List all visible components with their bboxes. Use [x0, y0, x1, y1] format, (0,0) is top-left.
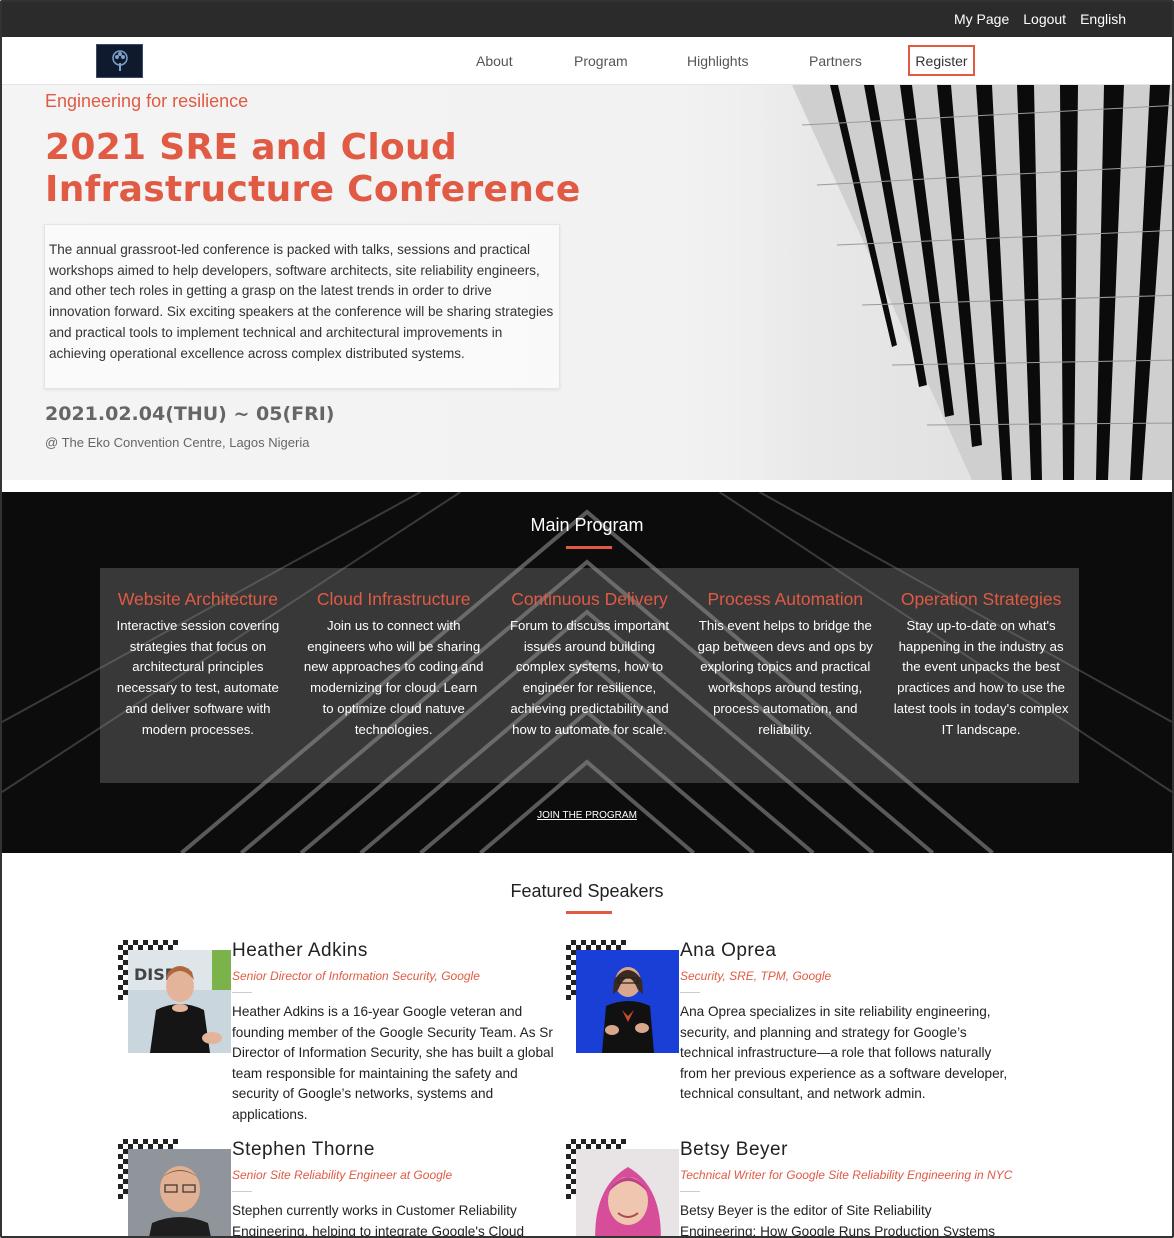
- speaker-role: Technical Writer for Google Site Reliabi…: [680, 1168, 1013, 1182]
- event-venue: @ The Eko Convention Centre, Lagos Niger…: [45, 435, 310, 450]
- speaker-card: Stephen Thorne Senior Site Reliability E…: [118, 1139, 558, 1236]
- program-column-title: Continuous Delivery: [511, 589, 668, 609]
- hero-title: 2021 SRE and Cloud Infrastructure Confer…: [45, 127, 581, 210]
- main-nav: About Program Highlights Partners Regist…: [2, 37, 1172, 85]
- speaker-photo-image: [128, 1149, 231, 1236]
- speaker-role: Security, SRE, TPM, Google: [680, 969, 832, 983]
- program-column-desc: This event helps to bridge the gap betwe…: [697, 618, 873, 737]
- join-program-link[interactable]: JOIN THE PROGRAM: [2, 810, 1172, 821]
- speaker-divider: [680, 1191, 700, 1192]
- speaker-divider: [232, 1191, 252, 1192]
- program-column-desc: Join us to connect with engineers who wi…: [303, 618, 484, 737]
- program-column-title: Process Automation: [707, 589, 864, 609]
- nav-item-about[interactable]: About: [476, 53, 513, 69]
- speaker-photo[interactable]: [128, 1149, 231, 1236]
- speaker-bio: Ana Oprea specializes in site reliabilit…: [680, 1004, 1008, 1102]
- utility-links: My Page Logout English: [954, 11, 1126, 27]
- my-page-link[interactable]: My Page: [954, 11, 1009, 27]
- main-program-section: Main Program Website Architecture Intera…: [2, 492, 1172, 853]
- speaker-card: Ana Oprea Security, SRE, TPM, Google Ana…: [566, 940, 1007, 1130]
- program-column: Continuous Delivery Forum to discuss imp…: [492, 588, 688, 783]
- speaker-photo-image: [576, 1149, 679, 1236]
- speaker-name[interactable]: Stephen Thorne: [232, 1139, 375, 1161]
- speaker-role: Senior Site Reliability Engineer at Goog…: [232, 1168, 453, 1182]
- speaker-card: Betsy Beyer Technical Writer for Google …: [566, 1139, 1012, 1236]
- program-column: Operation Strategies Stay up-to-date on …: [883, 588, 1079, 783]
- logout-link[interactable]: Logout: [1023, 11, 1066, 27]
- program-column-desc: Interactive session covering strategies …: [116, 618, 280, 737]
- speaker-photo-image: [576, 950, 679, 1053]
- program-column-desc: Forum to discuss important issues around…: [509, 618, 670, 737]
- speaker-bio: Stephen currently works in Customer Reli…: [232, 1203, 525, 1238]
- program-column-title: Cloud Infrastructure: [316, 589, 471, 609]
- program-heading: Main Program: [530, 515, 644, 535]
- program-column-title: Website Architecture: [117, 589, 278, 609]
- hero-tagline: Engineering for resilience: [45, 91, 249, 111]
- speakers-heading: Featured Speakers: [510, 881, 664, 901]
- top-utility-bar: My Page Logout English: [2, 2, 1172, 37]
- language-link[interactable]: English: [1080, 11, 1126, 27]
- speaker-photo[interactable]: DISRU: [128, 950, 231, 1053]
- speaker-name[interactable]: Ana Oprea: [680, 940, 776, 962]
- program-columns: Website Architecture Interactive session…: [100, 568, 1079, 783]
- speaker-photo[interactable]: [576, 950, 679, 1053]
- hero-section: Engineering for resilience 2021 SRE and …: [2, 85, 1172, 480]
- program-heading-underline: [566, 546, 612, 549]
- hero-description-box: The annual grassroot-led conference is p…: [44, 224, 560, 389]
- speaker-name[interactable]: Betsy Beyer: [680, 1139, 788, 1161]
- speaker-role: Senior Director of Information Security,…: [232, 969, 480, 983]
- program-column: Website Architecture Interactive session…: [100, 588, 296, 783]
- program-column-title: Operation Strategies: [900, 589, 1062, 609]
- speaker-photo[interactable]: [576, 1149, 679, 1236]
- nav-items: About Program Highlights Partners Regist…: [2, 37, 1172, 85]
- speakers-heading-underline: [566, 911, 612, 914]
- speaker-divider: [232, 992, 252, 993]
- speaker-bio: Betsy Beyer is the editor of Site Reliab…: [680, 1203, 996, 1238]
- program-column: Cloud Infrastructure Join us to connect …: [296, 588, 492, 783]
- register-button[interactable]: Register: [908, 45, 975, 76]
- speaker-bio: Heather Adkins is a 16-year Google veter…: [232, 1004, 554, 1122]
- hero-description: The annual grassroot-led conference is p…: [49, 242, 554, 361]
- nav-item-partners[interactable]: Partners: [809, 53, 862, 69]
- program-column-desc: Stay up-to-date on what's happening in t…: [893, 618, 1069, 737]
- building-background-image: [642, 85, 1172, 480]
- program-column: Process Automation This event helps to b…: [687, 588, 883, 783]
- speaker-card: DISRU Heather Adkins Senior Director of …: [118, 940, 558, 1130]
- speaker-divider: [680, 992, 700, 993]
- nav-item-highlights[interactable]: Highlights: [687, 53, 748, 69]
- nav-item-program[interactable]: Program: [574, 53, 628, 69]
- speaker-name[interactable]: Heather Adkins: [232, 940, 368, 962]
- page-frame: My Page Logout English About Program Hig…: [0, 0, 1174, 1238]
- speaker-photo-image: DISRU: [128, 950, 231, 1053]
- event-dates: 2021.02.04(THU) ~ 05(FRI): [45, 403, 335, 425]
